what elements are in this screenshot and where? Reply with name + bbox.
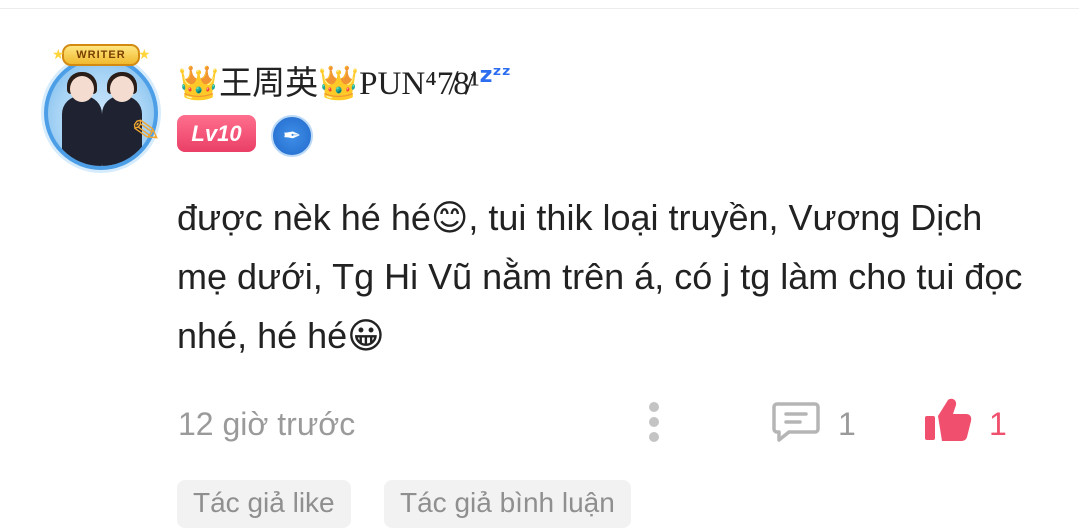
username-text: 👑王周英👑PUN⁴7̸8̸¹ (178, 66, 480, 102)
writer-frame-badge: WRITER (62, 44, 140, 66)
quill-pen-icon: ✎ (128, 110, 164, 154)
tag-author-liked: Tác giả like (177, 480, 351, 528)
more-options-icon[interactable] (647, 402, 661, 444)
reply-count[interactable]: 1 (838, 404, 856, 444)
like-count[interactable]: 1 (989, 404, 1007, 444)
username[interactable]: 👑王周英👑PUN⁴7̸8̸¹zᶻᶻ (178, 54, 511, 102)
star-icon: ★ (138, 46, 151, 62)
pen-nib-icon: ✒ (271, 115, 313, 157)
sleep-zzz: zᶻᶻ (479, 63, 511, 88)
comment-text: được nèk hé hé😊, tui thik loại truyền, V… (177, 197, 1023, 356)
level-badge: Lv10 (177, 115, 256, 152)
tag-author-replied: Tác giả bình luận (384, 480, 631, 528)
top-divider (0, 8, 1079, 9)
avatar[interactable]: WRITER ★ ★ ✎ (34, 44, 168, 170)
avatar-person-left (62, 72, 102, 166)
star-icon: ★ (52, 46, 65, 62)
comment-time: 12 giờ trước (178, 406, 356, 442)
reply-icon[interactable] (772, 400, 820, 442)
thumbs-up-icon[interactable] (922, 396, 972, 444)
